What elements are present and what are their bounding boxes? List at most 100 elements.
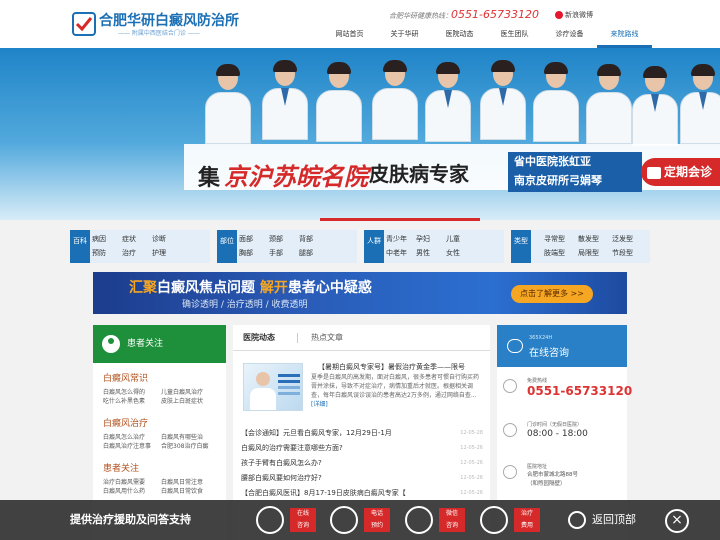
category-link[interactable]: 面部 (239, 235, 269, 244)
banner-skin-expert: 皮肤病专家 (369, 162, 469, 186)
nav-route[interactable]: 来院路线 (597, 26, 652, 48)
logo-icon[interactable] (72, 12, 96, 36)
doctor-figure (205, 64, 251, 144)
doctor-figure (533, 62, 579, 142)
back-to-top-button[interactable]: 返回顶部 (568, 511, 636, 529)
category-link[interactable]: 泛发型 (612, 235, 646, 244)
hero-banner[interactable] (0, 48, 720, 220)
category-link[interactable]: 孕妇 (416, 235, 446, 244)
calendar-icon (647, 166, 661, 179)
address-label: 医院地址 (527, 464, 548, 470)
category-link[interactable]: 病因 (92, 235, 122, 244)
category-link[interactable]: 预防 (92, 249, 122, 258)
wechat-consult-button[interactable]: 微信 咨询 (405, 504, 471, 536)
focus-link[interactable]: 白癜风用什么药 (103, 487, 161, 496)
category-link[interactable]: 腿部 (299, 249, 329, 258)
doctor-figure (262, 60, 308, 140)
online-consult-button[interactable]: 在线 咨询 (256, 504, 322, 536)
hotline-number: 0551-65733120 (451, 8, 539, 21)
phone-booking-button[interactable]: 电话 预约 (330, 504, 396, 536)
news-tabs: 医院动态 热点文章 (233, 325, 490, 351)
list-item[interactable]: 孩子手臂有白癜风怎么办? 12-05-26 (241, 455, 483, 470)
doctor-figure (680, 64, 720, 144)
focus-link[interactable]: 白癜风日常注意 (161, 478, 219, 487)
category-link[interactable]: 中老年 (386, 249, 416, 258)
doctor-figure (586, 64, 632, 144)
phone-label: 免费热线 (527, 378, 548, 384)
wechat-icon (405, 506, 433, 534)
category-link[interactable]: 手部 (269, 249, 299, 258)
phone-number[interactable]: 0551-65733120 (527, 384, 632, 398)
clock-icon (503, 423, 517, 437)
headset-icon (256, 506, 284, 534)
button-label: 微信 咨询 (439, 508, 465, 532)
weibo-link[interactable]: 新浪微博 (555, 10, 593, 20)
consult-hours-tag: 365X24H (529, 335, 553, 341)
section-title[interactable]: 白癜风常识 (103, 373, 223, 385)
meeting-label: 定期会诊 (664, 165, 713, 179)
category-link[interactable]: 护理 (152, 249, 182, 258)
list-item[interactable]: 【合肥白癜风医讯】8月17-19日皮肤病白癜风专家【 12-05-26 (241, 485, 483, 500)
focus-link[interactable]: 治疗白癜风需要 (103, 478, 161, 487)
featured-title[interactable]: 【暑期白癜风专家号】暑假治疗黄金季——限号 (318, 362, 465, 372)
section-title[interactable]: 白癜风治疗 (103, 418, 223, 430)
category-link[interactable]: 症状 (122, 235, 152, 244)
focus-link[interactable]: 白癜风怎么治疗 (103, 433, 161, 442)
category-link[interactable]: 男性 (416, 249, 446, 258)
category-link[interactable]: 局限型 (578, 249, 612, 258)
category-link[interactable]: 胸部 (239, 249, 269, 258)
category-link[interactable]: 寻常型 (544, 235, 578, 244)
category-link[interactable]: 儿童 (446, 235, 476, 244)
chat-icon (507, 339, 523, 353)
doctor-figure (425, 62, 471, 142)
focus-link[interactable]: 白癜风有哪些治 (161, 433, 219, 442)
category-link[interactable]: 诊断 (152, 235, 182, 244)
treatment-cost-button[interactable]: 治疗 费用 (480, 504, 546, 536)
main-nav: 网站首页 关于华研 医院动态 医生团队 诊疗设备 来院路线 (322, 26, 652, 48)
banner-cities: 京沪苏皖名院 (224, 163, 368, 191)
focus-link[interactable]: 白癜风治疗注意事 (103, 442, 161, 451)
nav-about[interactable]: 关于华研 (377, 26, 432, 48)
focus-link[interactable]: 儿童白癜风治疗 (161, 388, 219, 397)
tab-divider (297, 333, 298, 343)
phone-icon (330, 506, 358, 534)
category-link[interactable]: 肢端型 (544, 249, 578, 258)
section-title[interactable]: 患者关注 (103, 463, 223, 475)
nav-home[interactable]: 网站首页 (322, 26, 377, 48)
focus-link[interactable]: 皮肤上白斑症状 (161, 397, 219, 406)
category-link[interactable]: 节段型 (612, 249, 646, 258)
doctor-figure (632, 66, 678, 146)
focus-link[interactable]: 白癜风日常饮食 (161, 487, 219, 496)
details-link[interactable]: [详细] (311, 401, 328, 408)
category-link[interactable]: 散发型 (578, 235, 612, 244)
nav-equipment[interactable]: 诊疗设备 (542, 26, 597, 48)
list-item[interactable]: 白癜风的治疗需要注意哪些方面? 12-05-26 (241, 440, 483, 455)
promo-banner[interactable]: 汇聚白癜风焦点问题 解开患者心中疑惑 确诊透明 / 治疗透明 / 收费透明 点击… (93, 272, 627, 314)
list-item[interactable]: 腰部白癜风要如何治疗好? 12-05-26 (241, 470, 483, 485)
category-link[interactable]: 青少年 (386, 235, 416, 244)
consult-title: 在线咨询 (529, 348, 569, 359)
close-icon[interactable]: × (665, 509, 689, 533)
tab-hospital-news[interactable]: 医院动态 (243, 332, 275, 343)
nav-doctors[interactable]: 医生团队 (487, 26, 542, 48)
button-label: 电话 预约 (364, 508, 390, 532)
category-link[interactable]: 背部 (299, 235, 329, 244)
logo-title[interactable]: 合肥华研白癜风防治所 (99, 10, 239, 30)
focus-link[interactable]: 合肥308治疗白癜 (161, 442, 219, 451)
site-header: 合肥华研白癜风防治所 —— 附属中西医结合门诊 —— 合肥华研健康热线： 055… (0, 0, 720, 48)
hours-value: 08:00 - 18:00 (527, 429, 588, 439)
category-link[interactable]: 治疗 (122, 249, 152, 258)
online-consult-header[interactable]: 365X24H 在线咨询 (497, 325, 627, 367)
category-label: 人群 (364, 230, 384, 263)
list-item[interactable]: 【会诊通知】元旦看白癜风专家，12月29日-1月 12-05-28 (241, 425, 483, 440)
tab-hot-articles[interactable]: 热点文章 (311, 332, 343, 343)
nav-news[interactable]: 医院动态 (432, 26, 487, 48)
category-link[interactable]: 颈部 (269, 235, 299, 244)
featured-thumbnail[interactable] (243, 363, 303, 411)
learn-more-button[interactable]: 点击了解更多 >> (511, 285, 593, 303)
category-group: 类型 寻常型 散发型 泛发型 肢端型 局限型 节段型 (511, 230, 650, 263)
focus-link[interactable]: 吃什么补黑色素 (103, 397, 161, 406)
hotline-label: 合肥华研健康热线： (389, 12, 452, 20)
focus-link[interactable]: 白癜风怎么得的 (103, 388, 161, 397)
category-link[interactable]: 女性 (446, 249, 476, 258)
